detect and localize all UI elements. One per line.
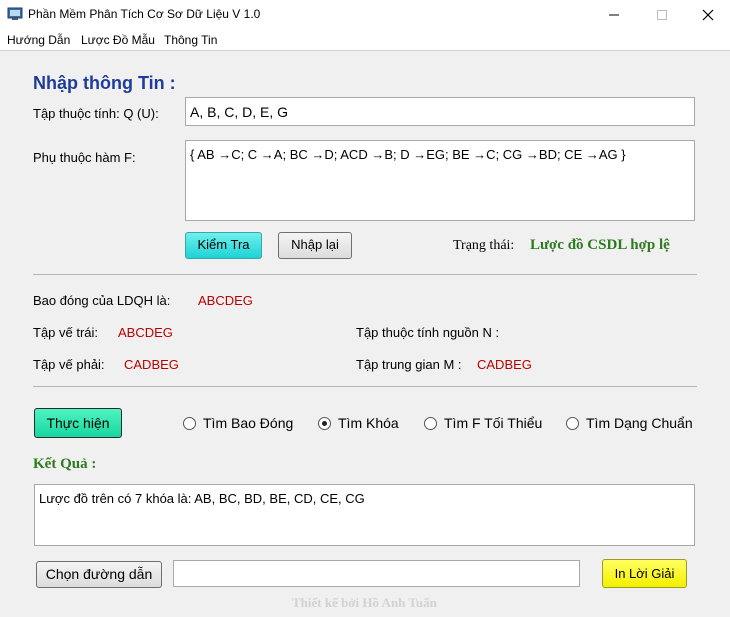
menu-bar: Hướng Dẫn Lược Đồ Mẫu Thông Tin (0, 30, 730, 51)
choose-path-button[interactable]: Chọn đường dẫn (36, 561, 162, 588)
radio-tim-dang-chuan[interactable] (566, 417, 579, 430)
menu-huong-dan[interactable]: Hướng Dẫn (7, 33, 70, 47)
maximize-icon (657, 10, 667, 20)
left-side-value: ABCDEG (118, 325, 173, 340)
run-button[interactable]: Thực hiện (34, 408, 122, 438)
source-label: Tập thuộc tính nguồn N : (356, 325, 500, 340)
fd-input[interactable]: { AB →C; C →A; BC →D; ACD →B; D →EG; BE … (185, 140, 695, 221)
radio-label-tim-bao-dong[interactable]: Tìm Bao Đóng (203, 415, 293, 431)
attributes-label: Tập thuộc tính: Q (U): (33, 106, 159, 121)
radio-label-tim-khoa[interactable]: Tìm Khóa (338, 415, 399, 431)
radio-label-tim-f-toi-thieu[interactable]: Tìm F Tối Thiểu (444, 415, 542, 431)
window-title: Phần Mềm Phân Tích Cơ Sơ Dữ Liệu V 1.0 (28, 7, 261, 21)
radio-tim-khoa[interactable] (318, 417, 331, 430)
print-solution-button[interactable]: In Lời Giải (602, 559, 687, 588)
minimize-button[interactable] (590, 0, 636, 30)
reset-button[interactable]: Nhập lại (278, 232, 352, 259)
app-icon (7, 7, 23, 20)
closure-label: Bao đóng của LDQH là: (33, 293, 171, 308)
radio-label-tim-dang-chuan[interactable]: Tìm Dạng Chuẩn (586, 415, 693, 431)
radio-tim-bao-dong[interactable] (183, 417, 196, 430)
check-button[interactable]: Kiểm Tra (185, 232, 262, 259)
menu-thong-tin[interactable]: Thông Tin (164, 33, 217, 47)
attributes-input[interactable]: A, B, C, D, E, G (185, 97, 695, 126)
path-input[interactable] (173, 560, 580, 587)
footer-credit: Thiết kế bởi Hồ Anh Tuấn (292, 595, 437, 610)
close-button[interactable] (684, 0, 730, 30)
separator-top (33, 274, 697, 275)
menu-luoc-do-mau[interactable]: Lược Đồ Mẫu (81, 33, 155, 47)
middle-value: CADBEG (477, 357, 532, 372)
middle-label: Tập trung gian M : (356, 357, 462, 372)
right-side-label: Tập vế phải: (33, 357, 105, 372)
result-output[interactable]: Lược đồ trên có 7 khóa là: AB, BC, BD, B… (34, 484, 695, 546)
close-icon (702, 9, 714, 21)
status-label: Trạng thái: (453, 238, 515, 253)
title-bar: Phần Mềm Phân Tích Cơ Sơ Dữ Liệu V 1.0 (0, 0, 730, 30)
result-heading: Kết Quả : (33, 456, 97, 472)
separator-bottom (33, 386, 697, 387)
left-side-label: Tập vế trái: (33, 325, 99, 340)
maximize-button[interactable] (638, 0, 684, 30)
fd-label: Phụ thuộc hàm F: (33, 150, 136, 165)
input-heading: Nhập thông Tin : (33, 73, 176, 93)
status-value: Lược đồ CSDL hợp lệ (530, 237, 670, 253)
right-side-value: CADBEG (124, 357, 179, 372)
closure-value: ABCDEG (198, 293, 253, 308)
minimize-icon (609, 14, 619, 16)
radio-tim-f-toi-thieu[interactable] (424, 417, 437, 430)
